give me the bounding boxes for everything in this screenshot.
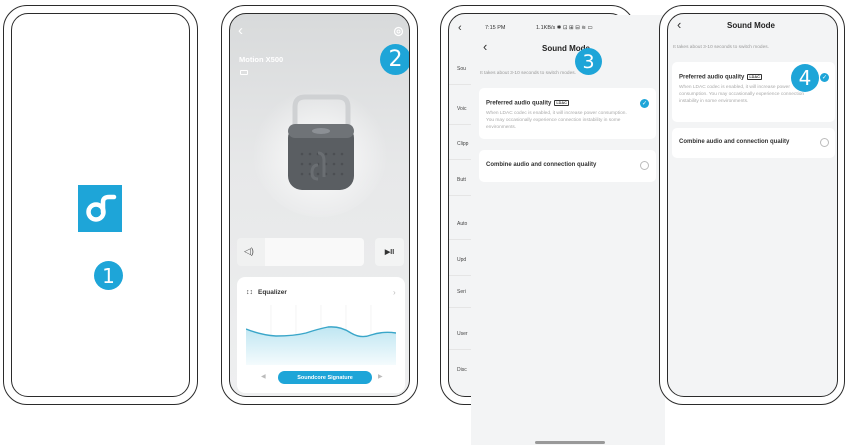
sound-mode-title: Sound Mode	[727, 21, 775, 30]
play-pause-button[interactable]: ▶II	[375, 238, 404, 266]
step-4-marker: 4	[791, 64, 819, 92]
eq-preset-button[interactable]: Soundcore Signature	[278, 371, 372, 384]
step-1-marker: 1	[94, 261, 123, 290]
combine-audio-option[interactable]: Combine audio and connection quality	[672, 128, 835, 158]
option-title: Preferred audio quality LDAC	[486, 100, 569, 107]
phone-screen-1: 1	[11, 13, 190, 397]
home-indicator	[535, 441, 605, 444]
ldac-badge: LDAC	[554, 100, 569, 106]
combine-audio-option[interactable]: Combine audio and connection quality	[479, 150, 656, 182]
device-name: Motion X500	[239, 55, 284, 64]
next-preset-icon[interactable]: ▶	[378, 373, 383, 380]
radio-button[interactable]	[640, 161, 649, 170]
speaker-image	[252, 81, 388, 217]
preferred-audio-quality-option[interactable]: Preferred audio quality LDAC When LDAC co…	[479, 88, 656, 139]
speaker-volume-icon: ◁)	[244, 246, 254, 256]
ldac-badge: LDAC	[747, 74, 762, 80]
radio-button[interactable]	[820, 138, 829, 147]
soundcore-logo-icon	[86, 194, 117, 222]
volume-track[interactable]	[265, 238, 364, 266]
chevron-right-icon: ›	[393, 288, 396, 297]
option-description: When LDAC codec is enabled, it will incr…	[486, 111, 627, 130]
equalizer-card[interactable]: ↕↕ Equalizer › ◀ Soundcore Signature ▶	[237, 277, 405, 393]
equalizer-label: Equalizer	[258, 289, 287, 296]
previous-preset-icon[interactable]: ◀	[261, 373, 266, 380]
check-icon[interactable]: ✓	[640, 99, 649, 108]
equalizer-icon: ↕↕	[246, 289, 253, 296]
switch-hint: It takes about 3-10 seconds to switch mo…	[673, 45, 769, 50]
status-time: 7:15 PM	[485, 25, 506, 31]
status-icons: 1.1KB/s ✱ ⊡ ⊞ ⊟ ≋ ▭	[536, 25, 593, 31]
phone-frame-4: ‹ Sound Mode It takes about 3-10 seconds…	[659, 5, 845, 405]
back-chevron-icon[interactable]: ‹	[483, 39, 487, 54]
option-title: Combine audio and connection quality	[679, 139, 790, 145]
soundcore-app-icon[interactable]	[78, 185, 122, 232]
step-3-marker: 3	[575, 48, 602, 75]
volume-slider[interactable]: ◁)	[237, 238, 364, 266]
phone-screen-2: ‹ 2 Motion X500 ◁) ▶II ↕↕ Equalizer › ◀ …	[229, 13, 410, 397]
switch-hint: It takes about 3-10 seconds to switch mo…	[480, 71, 576, 76]
gear-icon[interactable]	[393, 26, 404, 37]
phone-frame-2: ‹ 2 Motion X500 ◁) ▶II ↕↕ Equalizer › ◀ …	[221, 5, 418, 405]
equalizer-curve	[246, 305, 396, 365]
back-chevron-icon[interactable]: ‹	[677, 17, 681, 32]
option-title: Combine audio and connection quality	[486, 162, 597, 168]
option-title: Preferred audio quality LDAC	[679, 74, 762, 81]
phone-frame-1: 1	[3, 5, 198, 405]
sound-mode-sheet: 7:15 PM 1.1KB/s ✱ ⊡ ⊞ ⊟ ≋ ▭ ‹ Sound Mode…	[471, 15, 665, 445]
battery-icon	[240, 70, 248, 75]
check-icon[interactable]: ✓	[820, 73, 829, 82]
back-chevron-icon[interactable]: ‹	[238, 22, 243, 39]
